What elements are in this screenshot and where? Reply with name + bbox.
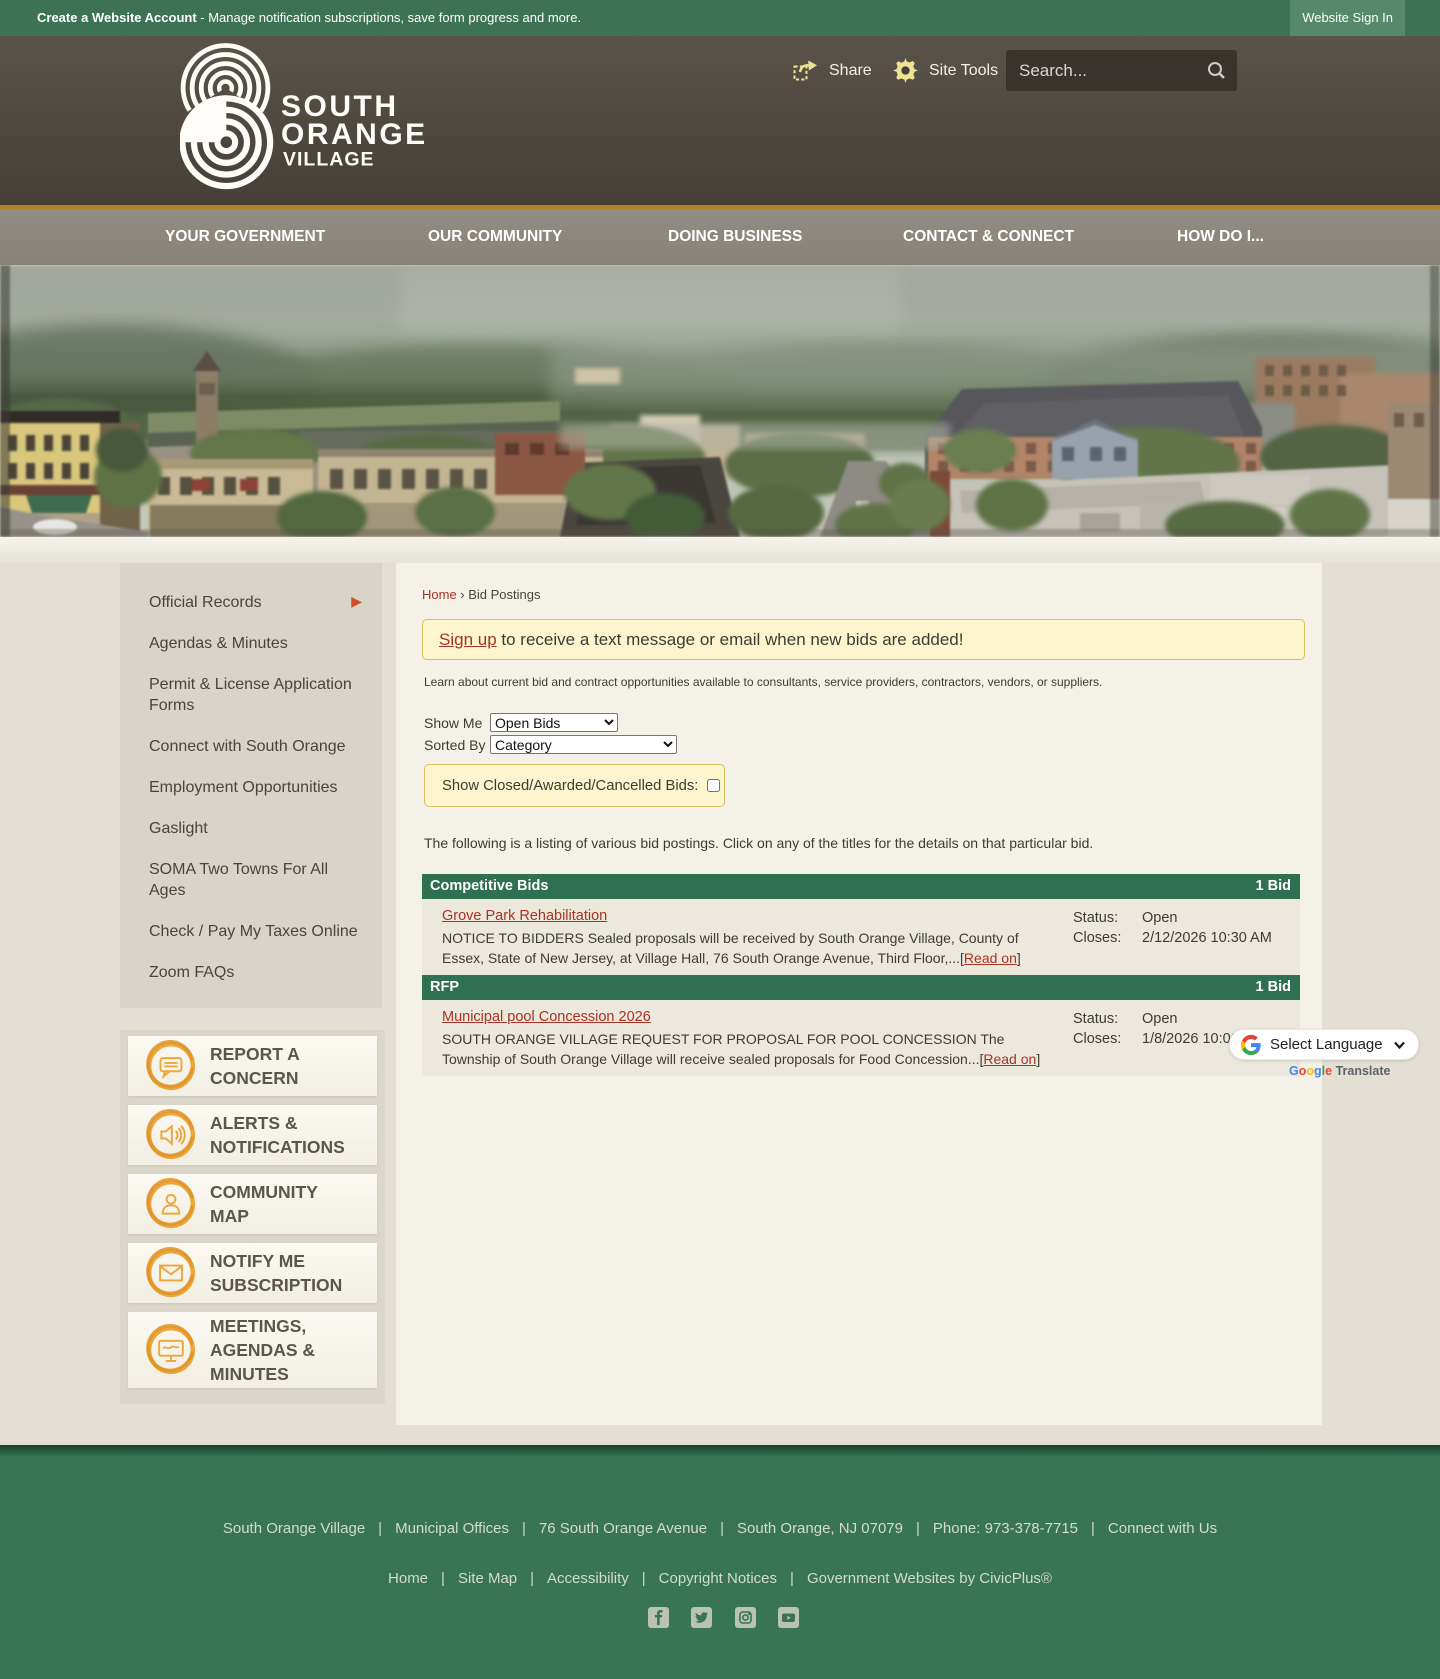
svg-text:ORANGE: ORANGE (281, 118, 428, 151)
svg-text:VILLAGE: VILLAGE (283, 149, 375, 171)
